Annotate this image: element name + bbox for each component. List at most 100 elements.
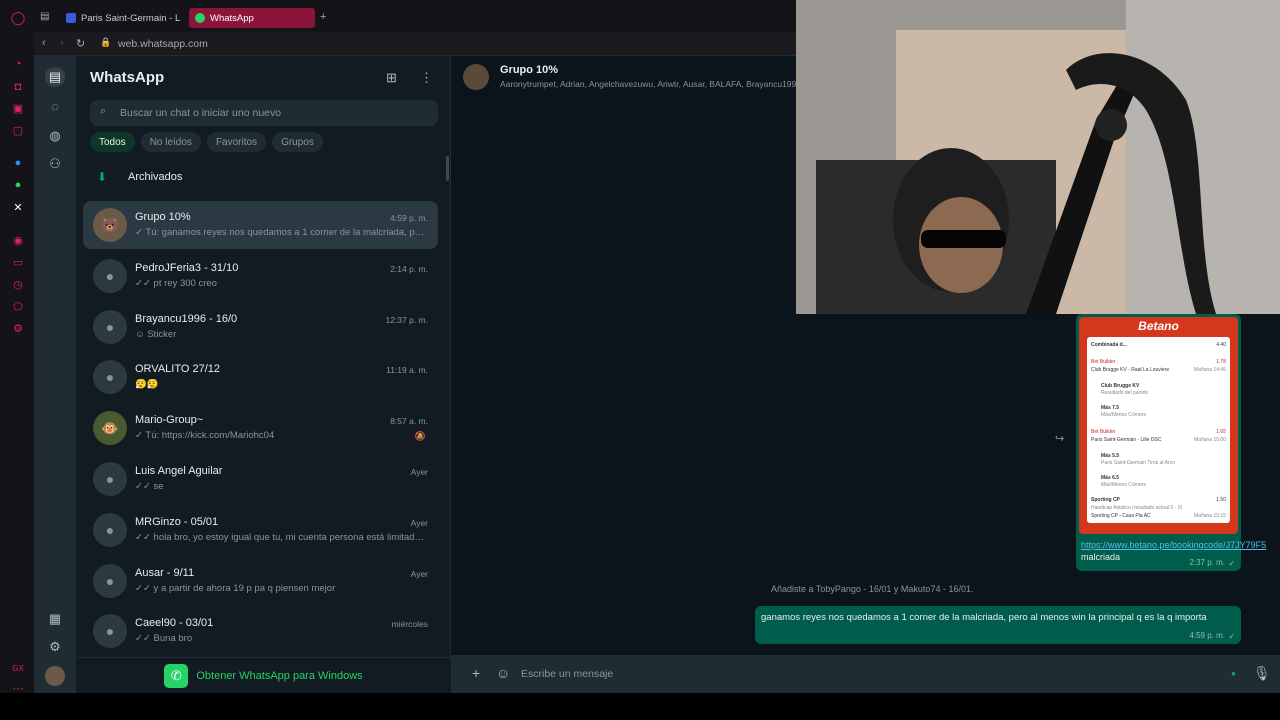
chat-time: 8:57 a. m. <box>390 416 428 426</box>
filter-chips: Todos No leídos Favoritos Grupos <box>90 132 323 152</box>
betano-logo: Betano <box>1138 319 1179 333</box>
leg-match: Más/Menos Córners <box>1101 412 1147 418</box>
leg-label: Más 5.5 <box>1101 453 1120 459</box>
status-icon[interactable]: ◌ <box>45 96 65 116</box>
menu-icon[interactable]: ⋮ <box>420 70 433 86</box>
chat-item-brayancu1996[interactable]: ● Brayancu1996 - 16/0 12:37 p. m. ☺ Stic… <box>83 303 438 351</box>
avatar: 🐵 <box>93 411 127 445</box>
media-icon[interactable]: ▦ <box>45 609 65 629</box>
twitch-icon[interactable]: ▢ <box>10 122 26 138</box>
extensions-icon[interactable]: ⬠ <box>10 298 26 314</box>
image-message-bubble[interactable]: Betano Combinada d... 4.40 Bet Builder 1… <box>1076 314 1266 571</box>
aria-icon[interactable]: ◔ <box>10 56 26 72</box>
message-caption: malcriada <box>1081 552 1121 562</box>
opera-logo-icon[interactable]: ◯ <box>10 10 26 26</box>
gx-icon[interactable]: GX <box>10 660 26 676</box>
leg-match: Resultado del partido <box>1101 390 1149 396</box>
chat-name: Ausar - 9/11 <box>135 567 195 579</box>
chat-time: Ayer <box>410 569 428 579</box>
chat-item-caeel90[interactable]: ● Caeel90 - 03/01 miércoles ✓✓ Buna bro <box>83 607 438 655</box>
messenger-tool-icon[interactable]: ▣ <box>10 100 26 116</box>
chat-preview: ☺ Sticker <box>135 329 177 340</box>
meta-ai-icon[interactable]: ● <box>1231 669 1236 678</box>
message-text: ganamos reyes nos quedamos a 1 corner de… <box>761 612 1207 623</box>
tab-psg[interactable]: Paris Saint-Germain - Lille <box>60 8 180 28</box>
message-composer: + ☺ ● 🎙 <box>451 655 1280 693</box>
search-box[interactable]: ⌕ <box>90 100 438 126</box>
attach-plus-icon[interactable]: + <box>472 665 480 681</box>
conversation-title: Grupo 10% <box>500 64 559 76</box>
tab-label: WhatsApp <box>210 12 254 24</box>
chat-name: PedroJFeria3 - 31/10 <box>135 262 239 274</box>
settings-gear-icon[interactable]: ⚙ <box>45 637 65 657</box>
whatsapp-sidebar-icon[interactable]: ● <box>10 177 26 193</box>
chats-icon[interactable]: ▤ <box>45 67 65 87</box>
leg-odd: 1.65 <box>1216 429 1226 435</box>
webcam-scene-image <box>796 0 1280 314</box>
profile-avatar[interactable] <box>45 666 65 686</box>
filter-unread[interactable]: No leídos <box>140 132 201 152</box>
new-tab-icon[interactable]: + <box>320 11 326 23</box>
tab-whatsapp[interactable]: WhatsApp <box>189 8 315 28</box>
group-avatar[interactable] <box>463 64 489 90</box>
default-avatar-icon: ● <box>93 360 127 394</box>
chat-name: Caeel90 - 03/01 <box>135 617 214 629</box>
get-app-label: Obtener WhatsApp para Windows <box>196 669 363 682</box>
microphone-icon[interactable]: 🎙 <box>1253 665 1271 682</box>
forward-icon[interactable]: ↪ <box>1055 432 1064 445</box>
chat-time: 4:59 p. m. <box>390 213 428 223</box>
new-chat-icon[interactable]: ⊞ <box>386 70 397 86</box>
leg-match: Paris Saint-Germain Tiros al Arco <box>1101 460 1175 466</box>
chat-item-grupo-10[interactable]: 🐻 Grupo 10% 4:59 p. m. ✓ Tú: ganamos rey… <box>83 201 438 249</box>
leg-match: Handicap Asiático (resultado actual 0 - … <box>1091 505 1183 511</box>
archived-row[interactable]: ⬇ Archivados <box>90 162 182 192</box>
history-icon[interactable]: ◷ <box>10 276 26 292</box>
leg-when: Mañana 15:15 <box>1194 513 1226 519</box>
chat-preview: ✓✓ y a partir de ahora 19 p pa q piensen… <box>135 583 336 594</box>
slip-total: 4.40 <box>1216 342 1226 348</box>
bet-slip-image[interactable]: Betano Combinada d... 4.40 Bet Builder 1… <box>1079 317 1238 534</box>
chat-time: Ayer <box>410 467 428 477</box>
filter-favorites[interactable]: Favoritos <box>206 132 267 152</box>
chat-item-pedrojferia3[interactable]: ● PedroJFeria3 - 31/10 2:14 p. m. ✓✓ pt … <box>83 252 438 300</box>
filter-groups[interactable]: Grupos <box>272 132 323 152</box>
chat-time: Ayer <box>410 518 428 528</box>
leg-match: Paris Saint-Germain - Lille OSC <box>1091 437 1162 443</box>
chat-item-mario-group[interactable]: 🐵 Mario-Group~ 8:57 a. m. ✓ Tú: https://… <box>83 404 438 452</box>
wallet-icon[interactable]: ▭ <box>10 254 26 270</box>
leg-label: Sporting CP <box>1091 497 1120 503</box>
chat-time: 11:19 a. m. <box>386 365 428 375</box>
default-avatar-icon: ● <box>93 259 127 293</box>
outgoing-message-bubble[interactable]: ganamos reyes nos quedamos a 1 corner de… <box>755 606 1241 644</box>
chat-item-mrginzo[interactable]: ● MRGinzo - 05/01 Ayer ✓✓ hola bro, yo e… <box>83 506 438 554</box>
chat-item-luis-angel[interactable]: ● Luis Angel Aguilar Ayer ✓✓ se <box>83 455 438 503</box>
settings-icon[interactable]: ⚙ <box>10 320 26 336</box>
leg-label: Bet Builder <box>1091 359 1116 365</box>
chat-name: ORVALITO 27/12 <box>135 363 220 375</box>
messenger-icon[interactable]: ● <box>10 155 26 171</box>
whatsapp-nav-rail: ▤ ◌ ◍ ⚇ ▦ ⚙ <box>34 56 76 693</box>
channels-icon[interactable]: ◍ <box>45 126 65 146</box>
tab-workspaces-icon[interactable]: ▤ <box>40 11 49 22</box>
message-input[interactable] <box>521 664 1221 684</box>
bag-icon[interactable]: ◘ <box>10 79 26 95</box>
url-field[interactable]: web.whatsapp.com <box>118 38 208 50</box>
booking-link[interactable]: https://www.betano.pe/bookingcode/J7JY79… <box>1081 540 1266 550</box>
search-input[interactable] <box>120 103 420 123</box>
chat-item-orvalito[interactable]: ● ORVALITO 27/12 11:19 a. m. 😮‍💨😮‍💨 <box>83 353 438 401</box>
chat-list-scrollbar[interactable] <box>446 156 449 181</box>
leg-match: Club Brugge KV - Raal La Louviere <box>1091 367 1170 373</box>
player-icon[interactable]: ◉ <box>10 232 26 248</box>
chat-item-ausar[interactable]: ● Ausar - 9/11 Ayer ✓✓ y a partir de aho… <box>83 557 438 605</box>
leg-label: Bet Builder <box>1091 429 1116 435</box>
get-windows-app-banner[interactable]: ✆ Obtener WhatsApp para Windows <box>76 657 451 693</box>
x-icon[interactable]: ✕ <box>10 199 26 215</box>
filter-all[interactable]: Todos <box>90 132 135 152</box>
chat-name: Luis Angel Aguilar <box>135 465 223 477</box>
communities-icon[interactable]: ⚇ <box>45 154 65 174</box>
back-icon[interactable]: ‹ <box>42 37 46 49</box>
forward-icon[interactable]: › <box>60 37 64 49</box>
avatar: 🐻 <box>93 208 127 242</box>
reload-icon[interactable]: ↻ <box>76 37 85 50</box>
emoji-icon[interactable]: ☺ <box>496 665 510 681</box>
